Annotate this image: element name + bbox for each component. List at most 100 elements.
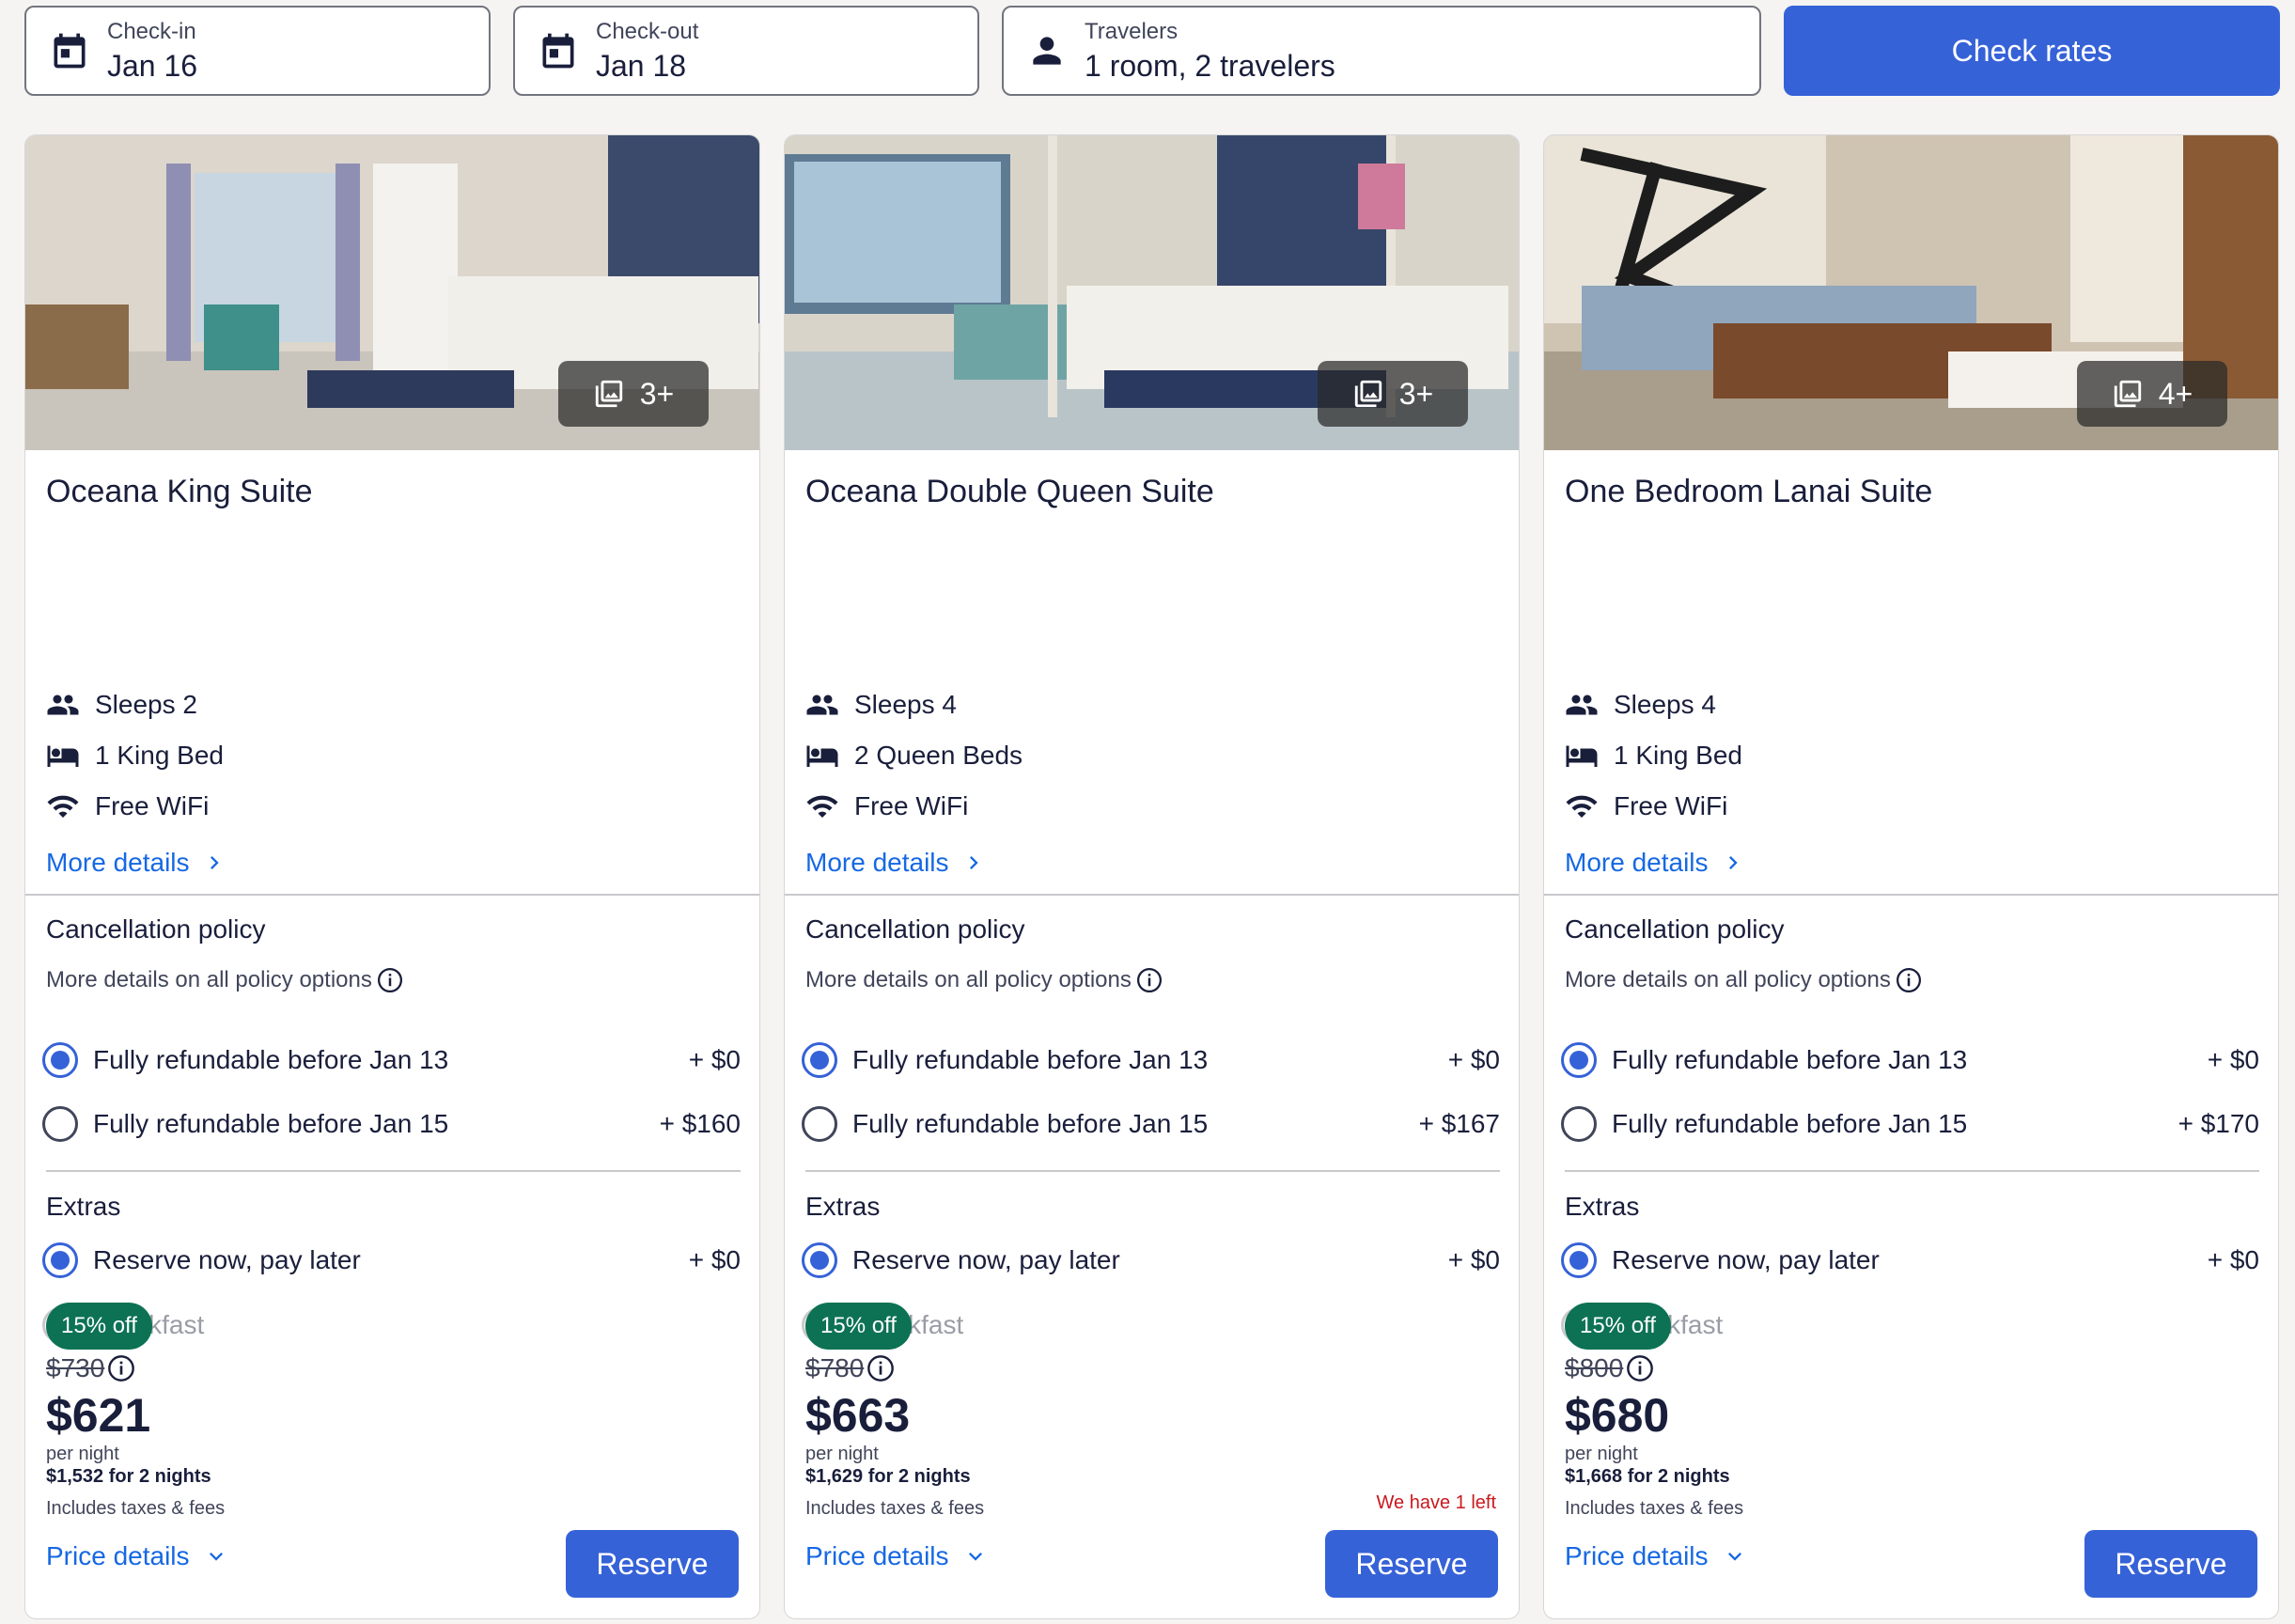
divider <box>46 1170 741 1172</box>
chevron-right-icon <box>210 856 219 869</box>
extra-option-1-label: Reserve now, pay later <box>852 1245 1120 1274</box>
radio-selected[interactable] <box>802 1242 837 1278</box>
policy-options-info[interactable]: More details on all policy options <box>1565 966 1923 994</box>
radio-selected[interactable] <box>1561 1042 1597 1078</box>
refund-option-2[interactable]: Fully refundable before Jan 15 + $167 <box>802 1101 1500 1148</box>
refund-option-1[interactable]: Fully refundable before Jan 13 + $0 <box>802 1037 1500 1084</box>
refund-option-1-label: Fully refundable before Jan 13 <box>93 1045 449 1074</box>
reserve-button[interactable]: Reserve <box>1325 1530 1498 1598</box>
photo-gallery-button[interactable]: 4+ <box>2077 361 2227 427</box>
reserve-button[interactable]: Reserve <box>566 1530 739 1598</box>
checkout-label: Check-out <box>596 19 699 44</box>
radio-selected[interactable] <box>1561 1242 1597 1278</box>
photo-count: 4+ <box>2158 376 2194 411</box>
wifi-icon <box>1566 795 1598 818</box>
more-details-link[interactable]: More details <box>46 848 227 878</box>
total-price: $1,532 for 2 nights <box>46 1466 211 1487</box>
radio-unselected[interactable] <box>1561 1106 1597 1142</box>
refund-option-2[interactable]: Fully refundable before Jan 15 + $170 <box>1561 1101 2259 1148</box>
radio-selected[interactable] <box>42 1242 78 1278</box>
room-photo[interactable]: 4+ <box>1544 135 2278 450</box>
taxes-note: Includes taxes & fees <box>805 1498 985 1519</box>
more-details-link[interactable]: More details <box>805 848 987 878</box>
wifi-text: Free WiFi <box>95 791 210 820</box>
policy-options-info[interactable]: More details on all policy options <box>46 966 404 994</box>
breakfast-label: Breakfast <box>1612 1310 2259 1340</box>
more-details-label: More details <box>805 848 949 877</box>
refund-option-2-label: Fully refundable before Jan 15 <box>93 1109 449 1138</box>
person-icon <box>1033 37 1061 65</box>
bed-icon <box>1566 745 1598 767</box>
radio-selected[interactable] <box>42 1042 78 1078</box>
sleeps-text: Sleeps 2 <box>95 690 197 719</box>
original-price[interactable]: $780 <box>805 1353 896 1383</box>
more-details-label: More details <box>46 848 190 877</box>
divider <box>1565 1170 2259 1172</box>
gallery-icon <box>1354 380 1382 408</box>
bed-icon <box>806 745 838 767</box>
extra-option-1[interactable]: Reserve now, pay later + $0 <box>1561 1237 2259 1284</box>
room-photo[interactable]: 3+ <box>785 135 1519 450</box>
taxes-note: Includes taxes & fees <box>46 1498 226 1519</box>
photo-count: 3+ <box>1398 376 1434 411</box>
checkout-value: Jan 18 <box>596 49 687 83</box>
breakfast-label: Breakfast <box>852 1310 1500 1340</box>
nightly-price: $621 <box>46 1389 151 1442</box>
total-price: $1,668 for 2 nights <box>1565 1466 1730 1487</box>
radio-unselected[interactable] <box>42 1106 78 1142</box>
cancellation-title: Cancellation policy <box>46 914 266 944</box>
policy-options-info[interactable]: More details on all policy options <box>805 966 1163 994</box>
check-rates-button[interactable]: Check rates <box>1784 6 2280 96</box>
travelers-field[interactable]: Travelers 1 room, 2 travelers <box>1002 6 1761 96</box>
beds-feature: 2 Queen Beds <box>805 739 1023 773</box>
price-details-toggle[interactable]: Price details <box>46 1541 229 1571</box>
original-price[interactable]: $800 <box>1565 1353 1655 1383</box>
photo-gallery-button[interactable]: 3+ <box>558 361 709 427</box>
cancellation-title: Cancellation policy <box>1565 914 1785 944</box>
refund-option-1[interactable]: Fully refundable before Jan 13 + $0 <box>1561 1037 2259 1084</box>
radio-selected[interactable] <box>802 1042 837 1078</box>
beds-text: 1 King Bed <box>1614 741 1742 770</box>
people-icon <box>806 695 838 715</box>
nightly-price: $663 <box>805 1389 911 1442</box>
bed-icon <box>47 745 79 767</box>
extra-option-1[interactable]: Reserve now, pay later + $0 <box>802 1237 1500 1284</box>
extra-option-1-price: + $0 <box>688 1245 741 1274</box>
info-icon <box>867 1355 895 1382</box>
chevron-down-icon <box>1727 1553 1741 1561</box>
travelers-value: 1 room, 2 travelers <box>1085 49 1335 83</box>
divider <box>805 1170 1500 1172</box>
refund-option-2-price: + $160 <box>659 1109 741 1138</box>
refund-option-1-price: + $0 <box>2207 1045 2259 1074</box>
price-details-toggle[interactable]: Price details <box>1565 1541 1748 1571</box>
checkin-field[interactable]: Check-in Jan 16 <box>24 6 491 96</box>
policy-options-text: More details on all policy options <box>46 967 372 992</box>
refund-option-2[interactable]: Fully refundable before Jan 15 + $160 <box>42 1101 741 1148</box>
chevron-right-icon <box>1728 856 1738 869</box>
wifi-text: Free WiFi <box>1614 791 1728 820</box>
extra-option-1[interactable]: Reserve now, pay later + $0 <box>42 1237 741 1284</box>
per-night-label: per night <box>46 1444 119 1464</box>
per-night-label: per night <box>1565 1444 1638 1464</box>
more-details-link[interactable]: More details <box>1565 848 1746 878</box>
room-card: 3+ Oceana King Suite Sleeps 2 1 King Bed… <box>24 134 760 1619</box>
refund-option-1[interactable]: Fully refundable before Jan 13 + $0 <box>42 1037 741 1084</box>
price-details-toggle[interactable]: Price details <box>805 1541 989 1571</box>
extra-option-1-label: Reserve now, pay later <box>1612 1245 1880 1274</box>
room-card: 4+ One Bedroom Lanai Suite Sleeps 4 1 Ki… <box>1543 134 2279 1619</box>
policy-options-text: More details on all policy options <box>1565 967 1891 992</box>
price-details-label: Price details <box>1565 1541 1709 1570</box>
radio-unselected[interactable] <box>802 1106 837 1142</box>
original-price[interactable]: $730 <box>46 1353 136 1383</box>
photo-gallery-button[interactable]: 3+ <box>1318 361 1468 427</box>
checkout-field[interactable]: Check-out Jan 18 <box>513 6 979 96</box>
refund-option-2-price: + $167 <box>1418 1109 1500 1138</box>
room-photo[interactable]: 3+ <box>25 135 759 450</box>
extras-title: Extras <box>1565 1192 1640 1221</box>
breakfast-label: Breakfast <box>93 1310 741 1340</box>
people-icon <box>47 695 79 715</box>
reserve-button[interactable]: Reserve <box>2084 1530 2257 1598</box>
refund-option-2-label: Fully refundable before Jan 15 <box>852 1109 1209 1138</box>
beds-text: 1 King Bed <box>95 741 224 770</box>
discount-badge: 15% off <box>46 1303 152 1350</box>
